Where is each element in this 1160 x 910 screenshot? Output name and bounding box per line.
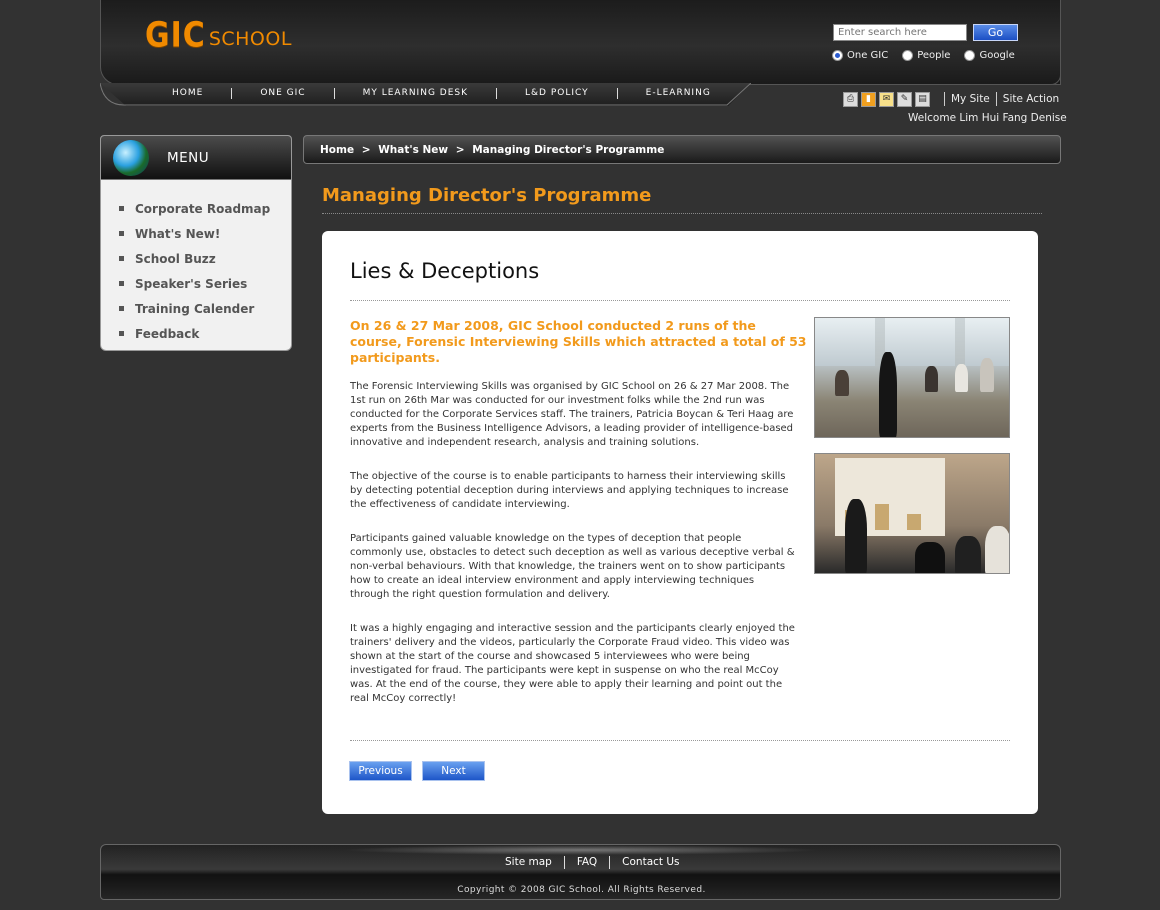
bullet-icon bbox=[119, 256, 124, 261]
nav-e-learning[interactable]: E-LEARNING bbox=[616, 88, 739, 99]
sidebar-item-speakers-series[interactable]: Speaker's Series bbox=[119, 271, 291, 296]
welcome-text: Welcome Lim Hui Fang Denise bbox=[908, 112, 1067, 124]
article-card: Lies & Deceptions On 26 & 27 Mar 2008, G… bbox=[322, 231, 1038, 814]
footer-contact-us[interactable]: Contact Us bbox=[609, 856, 691, 869]
photo-participant bbox=[980, 358, 994, 392]
breadcrumb-home[interactable]: Home bbox=[320, 144, 354, 156]
bullet-icon bbox=[119, 206, 124, 211]
nav-home[interactable]: HOME bbox=[144, 88, 231, 99]
photo-trainer bbox=[879, 352, 897, 437]
divider bbox=[322, 213, 1042, 214]
sidebar-item-corporate-roadmap[interactable]: Corporate Roadmap bbox=[119, 196, 291, 221]
main-nav: HOME ONE GIC MY LEARNING DESK L&D POLICY… bbox=[100, 83, 751, 106]
search-scope-people[interactable]: People bbox=[902, 50, 950, 61]
photo-participant bbox=[915, 542, 945, 573]
photo-participant bbox=[955, 364, 968, 392]
sidebar-item-label: Feedback bbox=[135, 326, 200, 341]
site-header: GIC SCHOOL Go One GIC People Google bbox=[100, 0, 1061, 85]
photo-presenter bbox=[845, 499, 867, 573]
next-button[interactable]: Next bbox=[422, 761, 485, 781]
menu-title: MENU bbox=[167, 150, 210, 166]
page-tools: ⎙ ▮ ✉ ✎ ▤ bbox=[843, 92, 930, 107]
photo-participant bbox=[985, 526, 1009, 573]
breadcrumb-separator: > bbox=[455, 144, 465, 156]
photo-window bbox=[815, 318, 875, 366]
training-photo-classroom bbox=[814, 317, 1010, 438]
search-scope-google[interactable]: Google bbox=[964, 50, 1015, 61]
photo-window bbox=[885, 318, 955, 366]
copyright-text: Copyright © 2008 GIC School. All Rights … bbox=[457, 885, 706, 895]
bullet-icon bbox=[119, 281, 124, 286]
footer-site-map[interactable]: Site map bbox=[493, 856, 564, 869]
photo-participant bbox=[925, 366, 938, 392]
photo-participant bbox=[835, 370, 849, 396]
header-edge bbox=[1041, 0, 1061, 85]
photo-participant bbox=[955, 536, 981, 573]
globe-icon bbox=[113, 140, 149, 176]
bullet-icon bbox=[119, 306, 124, 311]
sidebar-item-school-buzz[interactable]: School Buzz bbox=[119, 246, 291, 271]
nav-ld-policy[interactable]: L&D POLICY bbox=[496, 88, 617, 99]
article-highlight: On 26 & 27 Mar 2008, GIC School conducte… bbox=[350, 318, 807, 365]
photo-chart-bar bbox=[907, 514, 921, 530]
sidebar-menu: MENU Corporate Roadmap What's New! Schoo… bbox=[100, 135, 292, 351]
breadcrumb: Home > What's New > Managing Director's … bbox=[303, 135, 1061, 164]
article-title: Lies & Deceptions bbox=[350, 259, 540, 283]
search-go-button[interactable]: Go bbox=[973, 24, 1018, 41]
menu-header: MENU bbox=[101, 136, 291, 180]
sidebar-item-label: What's New! bbox=[135, 226, 221, 241]
breadcrumb-current: Managing Director's Programme bbox=[472, 144, 665, 156]
article-paragraph: The Forensic Interviewing Skills was org… bbox=[350, 381, 794, 448]
divider bbox=[350, 300, 1010, 301]
footer-glow bbox=[341, 845, 821, 855]
footer-links: Site map FAQ Contact Us bbox=[493, 856, 692, 869]
breadcrumb-separator: > bbox=[361, 144, 371, 156]
radio-selected-icon[interactable] bbox=[832, 50, 843, 61]
print-icon[interactable]: ⎙ bbox=[843, 92, 858, 107]
logo-sub-text: SCHOOL bbox=[208, 28, 292, 50]
my-site-link[interactable]: My Site bbox=[944, 92, 996, 106]
bookmark-icon[interactable]: ▮ bbox=[861, 92, 876, 107]
nav-my-learning-desk[interactable]: MY LEARNING DESK bbox=[333, 88, 496, 99]
search-scope-options: One GIC People Google bbox=[832, 50, 1021, 61]
article-paragraph: Participants gained valuable knowledge o… bbox=[350, 533, 795, 600]
sidebar-item-label: School Buzz bbox=[135, 251, 216, 266]
sidebar-item-label: Speaker's Series bbox=[135, 276, 248, 291]
sidebar-item-whats-new[interactable]: What's New! bbox=[119, 221, 291, 246]
email-icon[interactable]: ✉ bbox=[879, 92, 894, 107]
edit-icon[interactable]: ✎ bbox=[897, 92, 912, 107]
radio-icon[interactable] bbox=[902, 50, 914, 61]
photo-chart-bar bbox=[875, 504, 889, 530]
sidebar-item-label: Training Calender bbox=[135, 301, 255, 316]
divider bbox=[350, 740, 1010, 741]
radio-label: Google bbox=[979, 50, 1015, 61]
nav-one-gic[interactable]: ONE GIC bbox=[231, 88, 333, 99]
sidebar-item-label: Corporate Roadmap bbox=[135, 201, 271, 216]
site-action-link[interactable]: Site Action bbox=[995, 92, 1065, 106]
article-paragraph: The objective of the course is to enable… bbox=[350, 471, 789, 510]
bullet-icon bbox=[119, 331, 124, 336]
nav-items: HOME ONE GIC MY LEARNING DESK L&D POLICY… bbox=[144, 88, 739, 99]
delete-icon[interactable]: ▤ bbox=[915, 92, 930, 107]
site-logo[interactable]: GIC SCHOOL bbox=[145, 15, 292, 56]
radio-icon[interactable] bbox=[964, 50, 976, 61]
search-scope-one-gic[interactable]: One GIC bbox=[832, 50, 888, 61]
sidebar-item-training-calender[interactable]: Training Calender bbox=[119, 296, 291, 321]
site-footer: Site map FAQ Contact Us Copyright © 2008… bbox=[100, 844, 1061, 900]
footer-faq[interactable]: FAQ bbox=[563, 856, 609, 869]
previous-button[interactable]: Previous bbox=[349, 761, 412, 781]
radio-label: People bbox=[917, 50, 951, 61]
training-photo-presentation bbox=[814, 453, 1010, 574]
breadcrumb-whats-new[interactable]: What's New bbox=[378, 144, 448, 156]
page-title: Managing Director's Programme bbox=[322, 185, 652, 206]
article-paragraph: It was a highly engaging and interactive… bbox=[350, 623, 795, 704]
breadcrumb-items: Home > What's New > Managing Director's … bbox=[320, 144, 668, 156]
menu-list: Corporate Roadmap What's New! School Buz… bbox=[101, 180, 291, 346]
sidebar-item-feedback[interactable]: Feedback bbox=[119, 321, 291, 346]
bullet-icon bbox=[119, 231, 124, 236]
radio-label: One GIC bbox=[847, 50, 889, 61]
search-input[interactable] bbox=[833, 24, 967, 41]
logo-main-text: GIC bbox=[145, 15, 206, 56]
site-links: My Site Site Action bbox=[944, 92, 1065, 106]
